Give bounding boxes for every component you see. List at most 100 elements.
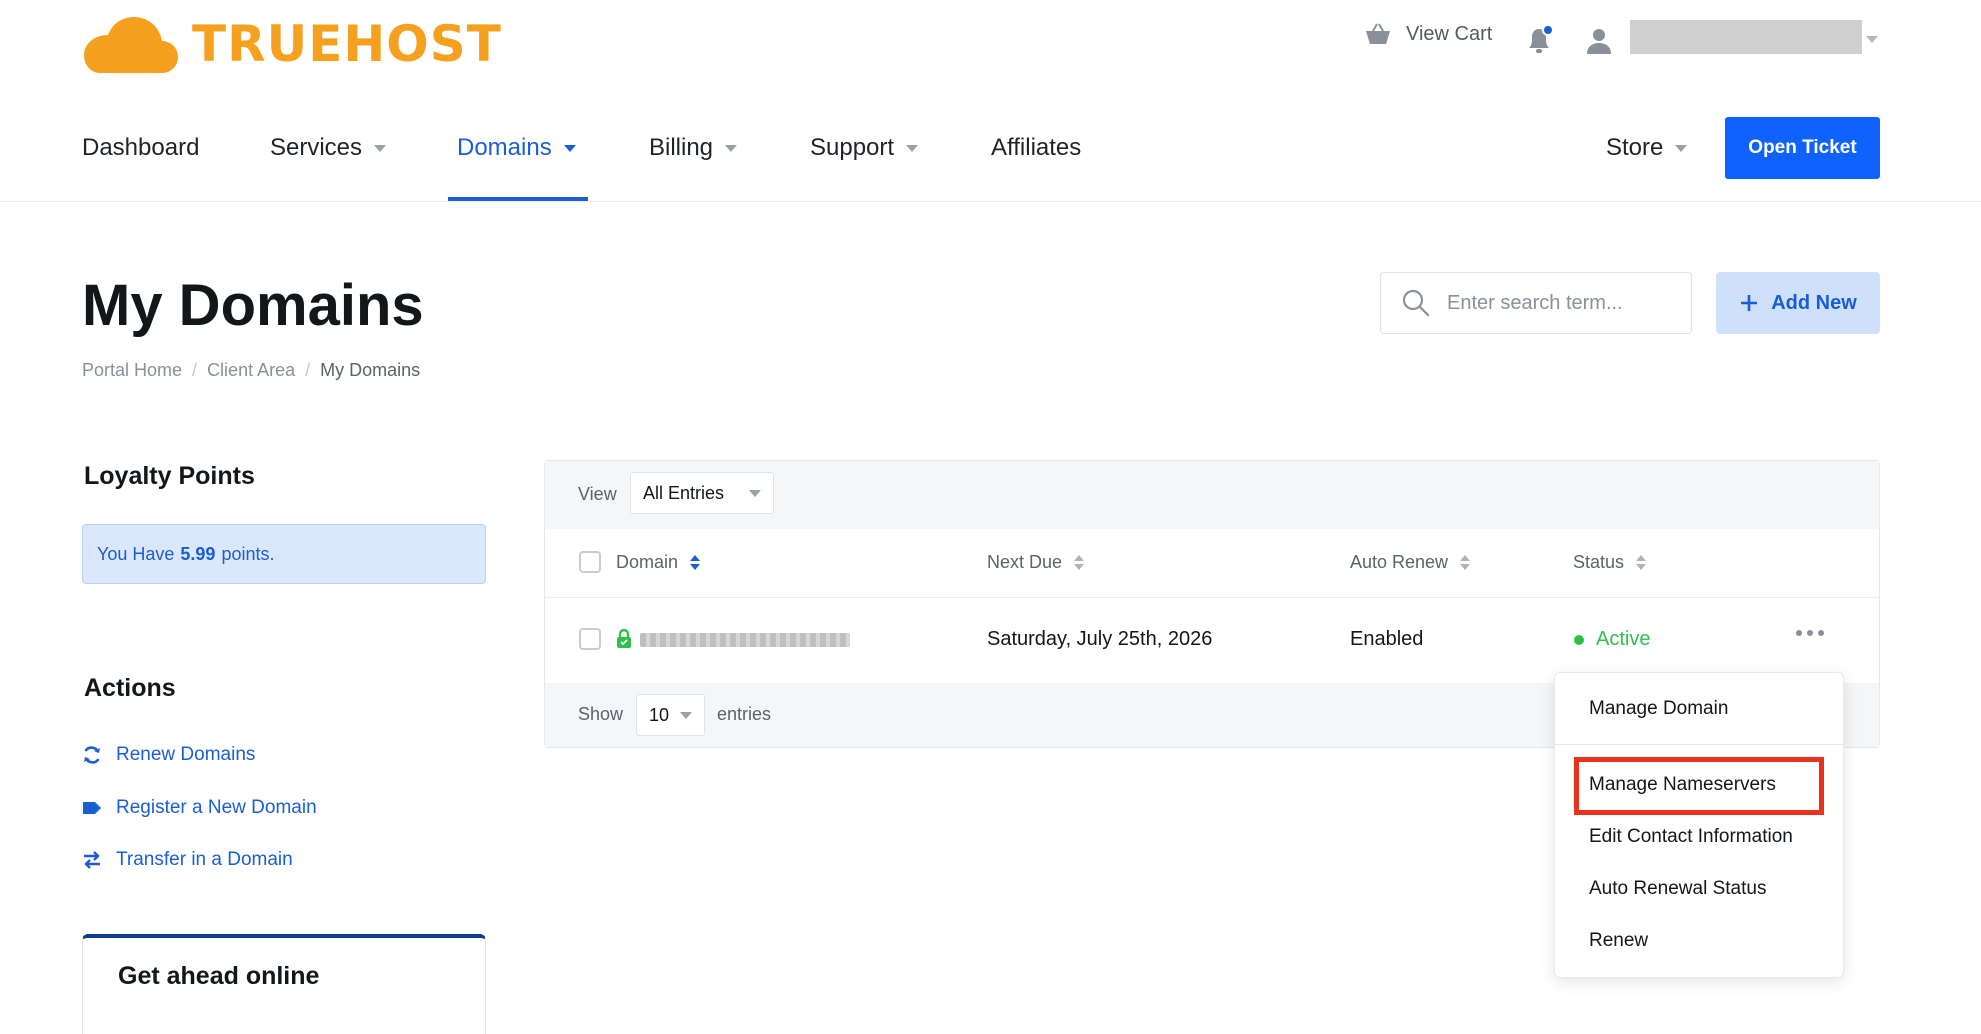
notifications-button[interactable] — [1524, 24, 1554, 56]
search-placeholder: Enter search term... — [1447, 291, 1623, 314]
nav-domains[interactable]: Domains — [457, 114, 576, 182]
menu-item-edit-contact[interactable]: Edit Contact Information — [1589, 826, 1793, 848]
column-header-next-due[interactable]: Next Due — [987, 552, 1085, 573]
nav-dashboard-label: Dashboard — [82, 134, 200, 161]
loyalty-points-box: You Have 5.99 points. — [82, 524, 486, 584]
chevron-down-icon — [1675, 144, 1688, 152]
renew-domains-label: Renew Domains — [116, 744, 256, 765]
chevron-down-icon — [1866, 36, 1878, 43]
column-header-auto-renew[interactable]: Auto Renew — [1350, 552, 1471, 573]
header-divider — [545, 597, 1879, 598]
lock-icon — [617, 629, 631, 648]
loyalty-suffix: points. — [221, 543, 275, 564]
actions-heading: Actions — [84, 674, 176, 702]
select-all-checkbox[interactable] — [579, 551, 601, 573]
transfer-icon — [84, 851, 100, 869]
column-domain-label: Domain — [616, 552, 679, 572]
loyalty-prefix: You Have — [97, 543, 175, 564]
breadcrumb: Portal Home / Client Area / My Domains — [82, 360, 420, 381]
more-dots-icon — [1807, 630, 1813, 636]
search-icon — [1402, 289, 1430, 317]
view-filter-select[interactable]: All Entries — [630, 472, 774, 514]
row-actions-button[interactable] — [1796, 630, 1824, 636]
nav-billing-label: Billing — [649, 134, 714, 161]
nav-dashboard[interactable]: Dashboard — [82, 114, 199, 182]
auto-renew-cell: Enabled — [1350, 628, 1424, 650]
view-cart-label: View Cart — [1406, 22, 1493, 45]
sort-icon — [1460, 555, 1471, 570]
tag-icon — [83, 802, 101, 814]
column-status-label: Status — [1573, 552, 1625, 572]
page-size-value: 10 — [649, 704, 670, 725]
sort-icon — [690, 555, 701, 570]
view-filter-value: All Entries — [643, 482, 725, 503]
column-auto-renew-label: Auto Renew — [1350, 552, 1449, 572]
transfer-domain-label: Transfer in a Domain — [116, 849, 293, 870]
highlight-box — [1574, 757, 1824, 815]
chevron-down-icon — [725, 144, 738, 152]
plus-icon — [1741, 295, 1758, 311]
status-label: Active — [1596, 628, 1651, 650]
promo-title: Get ahead online — [118, 962, 320, 990]
nav-store[interactable]: Store — [1606, 114, 1688, 182]
page-title: My Domains — [82, 273, 424, 338]
nav-affiliates-label: Affiliates — [991, 134, 1082, 161]
cloud-icon — [84, 17, 178, 73]
account-menu[interactable] — [1584, 26, 1614, 56]
nav-affiliates[interactable]: Affiliates — [991, 114, 1081, 182]
add-new-label: Add New — [1771, 291, 1857, 314]
user-icon — [1587, 29, 1611, 54]
chevron-down-icon — [563, 144, 576, 152]
nav-store-label: Store — [1606, 134, 1664, 161]
search-input[interactable]: Enter search term... — [1380, 272, 1692, 334]
column-header-domain[interactable]: Domain — [616, 552, 701, 573]
column-header-status[interactable]: Status — [1573, 552, 1647, 573]
nav-support-label: Support — [810, 134, 895, 161]
loyalty-points-heading: Loyalty Points — [84, 462, 255, 490]
breadcrumb-separator: / — [192, 360, 198, 380]
register-domain-label: Register a New Domain — [116, 797, 317, 818]
brand-name: TRUEHOST — [192, 15, 502, 73]
menu-item-manage-domain[interactable]: Manage Domain — [1589, 698, 1728, 720]
chevron-down-icon — [374, 144, 387, 152]
breadcrumb-portal-home[interactable]: Portal Home — [82, 360, 182, 381]
transfer-domain-link[interactable]: Transfer in a Domain — [82, 849, 293, 871]
status-dot-icon — [1574, 634, 1584, 645]
chevron-down-icon — [680, 711, 692, 719]
add-new-button[interactable]: Add New — [1716, 272, 1880, 334]
next-due-cell: Saturday, July 25th, 2026 — [987, 628, 1213, 650]
row-checkbox[interactable] — [579, 628, 601, 650]
menu-item-auto-renewal-status[interactable]: Auto Renewal Status — [1589, 878, 1766, 900]
register-domain-link[interactable]: Register a New Domain — [82, 797, 317, 819]
nav-domains-label: Domains — [457, 134, 552, 161]
domain-name-redacted[interactable] — [640, 633, 850, 647]
username-redacted[interactable] — [1630, 20, 1862, 54]
nav-services-label: Services — [270, 134, 363, 161]
breadcrumb-separator: / — [305, 360, 311, 380]
nav-divider — [0, 201, 1981, 202]
bell-icon — [1529, 24, 1554, 53]
column-next-due-label: Next Due — [987, 552, 1063, 572]
basket-icon — [1366, 23, 1390, 44]
nav-support[interactable]: Support — [810, 114, 919, 182]
entries-label: entries — [717, 704, 772, 724]
sort-icon — [1074, 555, 1085, 570]
open-ticket-button[interactable]: Open Ticket — [1725, 117, 1880, 179]
nav-billing[interactable]: Billing — [649, 114, 738, 182]
show-label: Show — [578, 704, 624, 724]
view-cart-link[interactable]: View Cart — [1364, 22, 1492, 46]
menu-divider — [1555, 744, 1843, 745]
nav-services[interactable]: Services — [270, 114, 387, 182]
status-badge: Active — [1574, 628, 1650, 651]
view-label: View — [578, 484, 617, 504]
breadcrumb-client-area[interactable]: Client Area — [207, 360, 295, 381]
chevron-down-icon — [906, 144, 919, 152]
truehost-logo[interactable]: TRUEHOST — [82, 12, 502, 76]
chevron-down-icon — [749, 489, 761, 497]
loyalty-points-value: 5.99 — [180, 543, 216, 564]
page-size-select[interactable]: 10 — [636, 694, 705, 736]
breadcrumb-current: My Domains — [320, 360, 421, 380]
more-dots-icon — [1818, 630, 1824, 636]
menu-item-renew[interactable]: Renew — [1589, 930, 1648, 952]
renew-domains-link[interactable]: Renew Domains — [82, 744, 255, 766]
